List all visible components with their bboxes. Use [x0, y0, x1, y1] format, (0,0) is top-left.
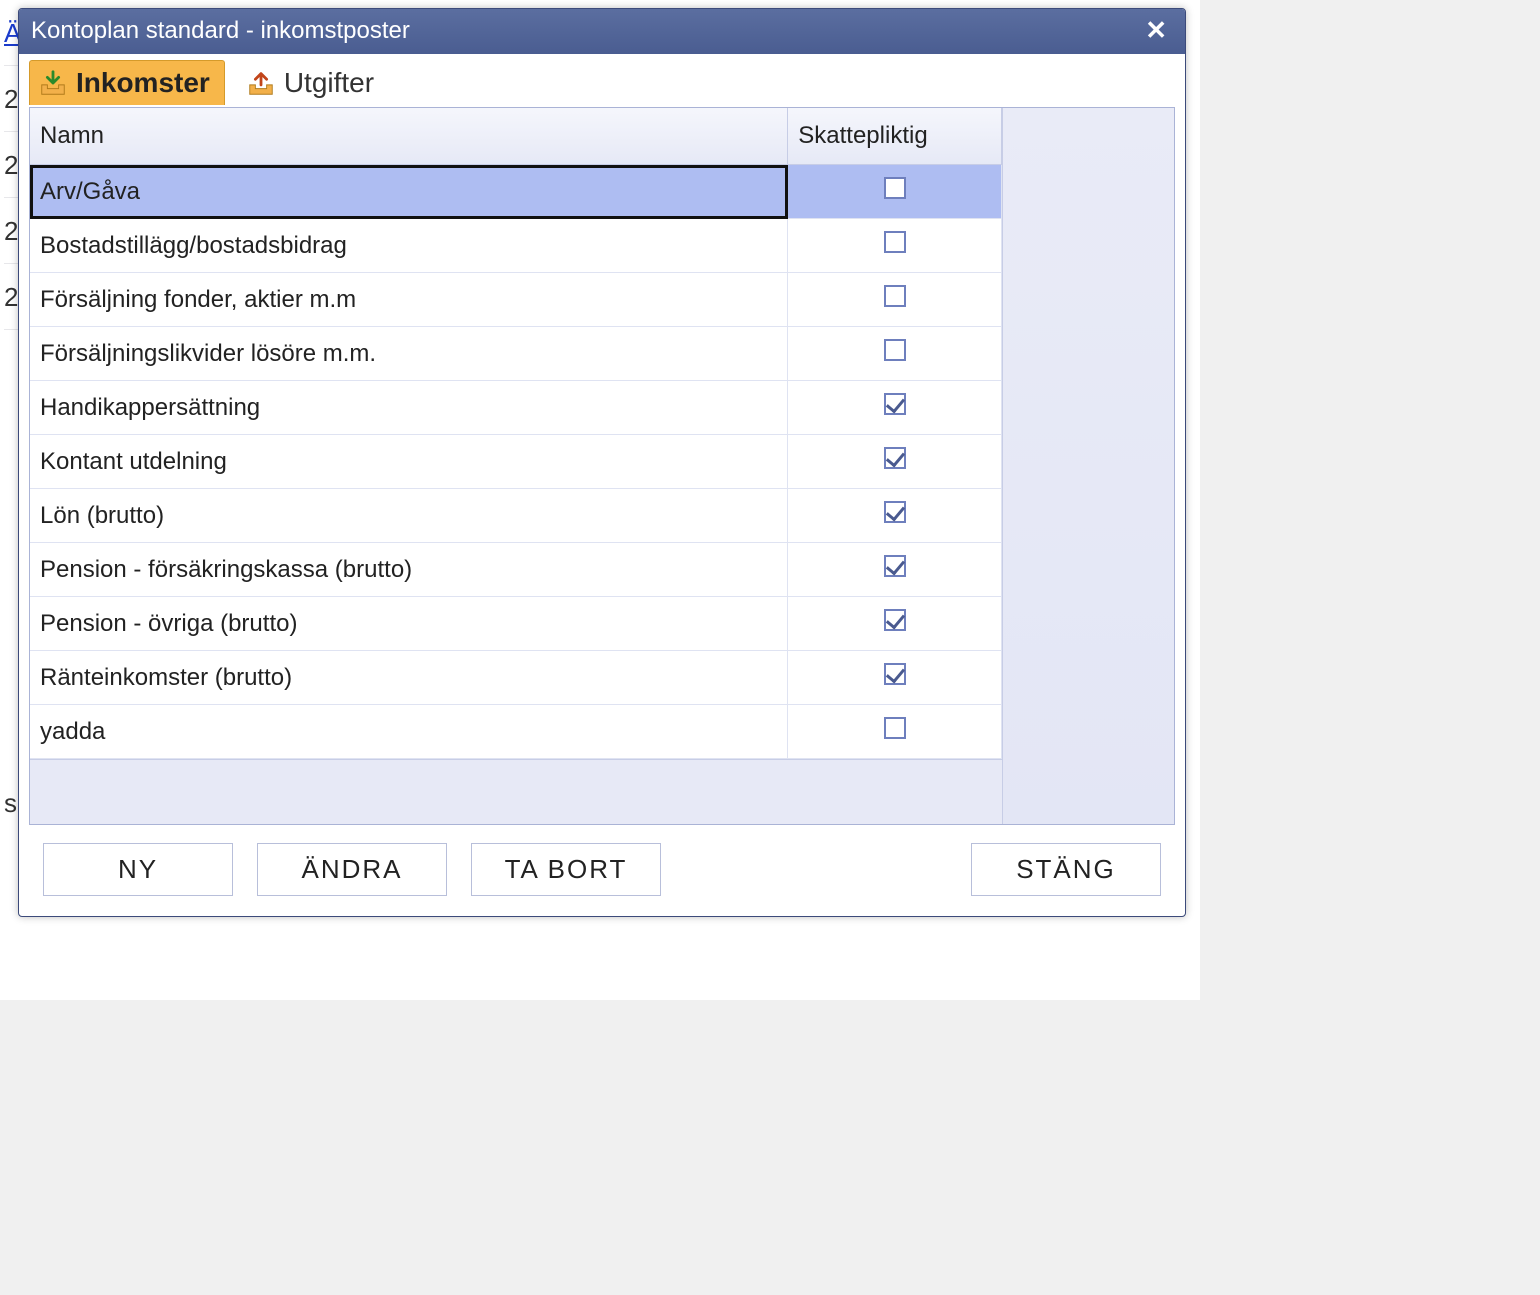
titlebar[interactable]: Kontoplan standard - inkomstposter ✕ [19, 9, 1185, 54]
tab-income-label: Inkomster [76, 67, 210, 99]
col-header-taxable[interactable]: Skattepliktig [788, 108, 1002, 165]
table-row[interactable]: Försäljningslikvider lösöre m.m. [30, 327, 1002, 381]
row-name-cell[interactable]: Arv/Gåva [30, 165, 788, 219]
close-button[interactable]: STÄNG [971, 843, 1161, 896]
grid-table[interactable]: Namn Skattepliktig Arv/GåvaBostadstilläg… [30, 108, 1002, 759]
row-name-cell[interactable]: Lön (brutto) [30, 489, 788, 543]
row-taxable-cell[interactable] [788, 219, 1002, 273]
taxable-checkbox[interactable] [884, 609, 906, 631]
buttonbar: NY ÄNDRA TA BORT STÄNG [29, 825, 1175, 902]
close-icon[interactable]: ✕ [1139, 15, 1173, 46]
tab-expenses-label: Utgifter [284, 67, 374, 99]
row-name-cell[interactable]: Försäljningslikvider lösöre m.m. [30, 327, 788, 381]
row-name-cell[interactable]: yadda [30, 705, 788, 759]
taxable-checkbox[interactable] [884, 285, 906, 307]
taxable-checkbox[interactable] [884, 717, 906, 739]
row-name-cell[interactable]: Ränteinkomster (brutto) [30, 651, 788, 705]
table-row[interactable]: Lön (brutto) [30, 489, 1002, 543]
taxable-checkbox[interactable] [884, 555, 906, 577]
edit-button[interactable]: ÄNDRA [257, 843, 447, 896]
table-row[interactable]: Arv/Gåva [30, 165, 1002, 219]
grid-empty-area [30, 759, 1002, 824]
grid-scroll-gutter[interactable] [1002, 108, 1174, 824]
row-taxable-cell[interactable] [788, 705, 1002, 759]
table-row[interactable]: Pension - försäkringskassa (brutto) [30, 543, 1002, 597]
row-taxable-cell[interactable] [788, 597, 1002, 651]
taxable-checkbox[interactable] [884, 231, 906, 253]
table-row[interactable]: Pension - övriga (brutto) [30, 597, 1002, 651]
row-taxable-cell[interactable] [788, 651, 1002, 705]
tab-income[interactable]: Inkomster [29, 60, 225, 105]
grid: Namn Skattepliktig Arv/GåvaBostadstilläg… [29, 107, 1175, 825]
row-name-cell[interactable]: Försäljning fonder, aktier m.m [30, 273, 788, 327]
row-taxable-cell[interactable] [788, 273, 1002, 327]
grid-body: Arv/GåvaBostadstillägg/bostadsbidragFörs… [30, 165, 1002, 759]
inbox-down-icon [38, 68, 68, 98]
taxable-checkbox[interactable] [884, 447, 906, 469]
row-taxable-cell[interactable] [788, 381, 1002, 435]
table-row[interactable]: Bostadstillägg/bostadsbidrag [30, 219, 1002, 273]
table-row[interactable]: Kontant utdelning [30, 435, 1002, 489]
col-header-name[interactable]: Namn [30, 108, 788, 165]
tabstrip: Inkomster Utgifter [19, 54, 1185, 105]
inbox-up-icon [246, 68, 276, 98]
dialog: Kontoplan standard - inkomstposter ✕ Ink… [18, 8, 1186, 917]
table-row[interactable]: yadda [30, 705, 1002, 759]
taxable-checkbox[interactable] [884, 339, 906, 361]
row-name-cell[interactable]: Bostadstillägg/bostadsbidrag [30, 219, 788, 273]
row-name-cell[interactable]: Pension - försäkringskassa (brutto) [30, 543, 788, 597]
taxable-checkbox[interactable] [884, 501, 906, 523]
row-name-cell[interactable]: Kontant utdelning [30, 435, 788, 489]
tab-expenses[interactable]: Utgifter [237, 60, 389, 105]
row-taxable-cell[interactable] [788, 165, 1002, 219]
taxable-checkbox[interactable] [884, 393, 906, 415]
row-taxable-cell[interactable] [788, 489, 1002, 543]
taxable-checkbox[interactable] [884, 663, 906, 685]
table-row[interactable]: Försäljning fonder, aktier m.m [30, 273, 1002, 327]
table-row[interactable]: Ränteinkomster (brutto) [30, 651, 1002, 705]
new-button[interactable]: NY [43, 843, 233, 896]
row-taxable-cell[interactable] [788, 543, 1002, 597]
table-row[interactable]: Handikappersättning [30, 381, 1002, 435]
row-taxable-cell[interactable] [788, 435, 1002, 489]
row-name-cell[interactable]: Pension - övriga (brutto) [30, 597, 788, 651]
row-taxable-cell[interactable] [788, 327, 1002, 381]
window-title: Kontoplan standard - inkomstposter [31, 17, 410, 45]
row-name-cell[interactable]: Handikappersättning [30, 381, 788, 435]
backdrop: ÄL 2 2 2 2 s Kontoplan standard - inkoms… [0, 0, 1200, 1000]
delete-button[interactable]: TA BORT [471, 843, 661, 896]
taxable-checkbox[interactable] [884, 177, 906, 199]
